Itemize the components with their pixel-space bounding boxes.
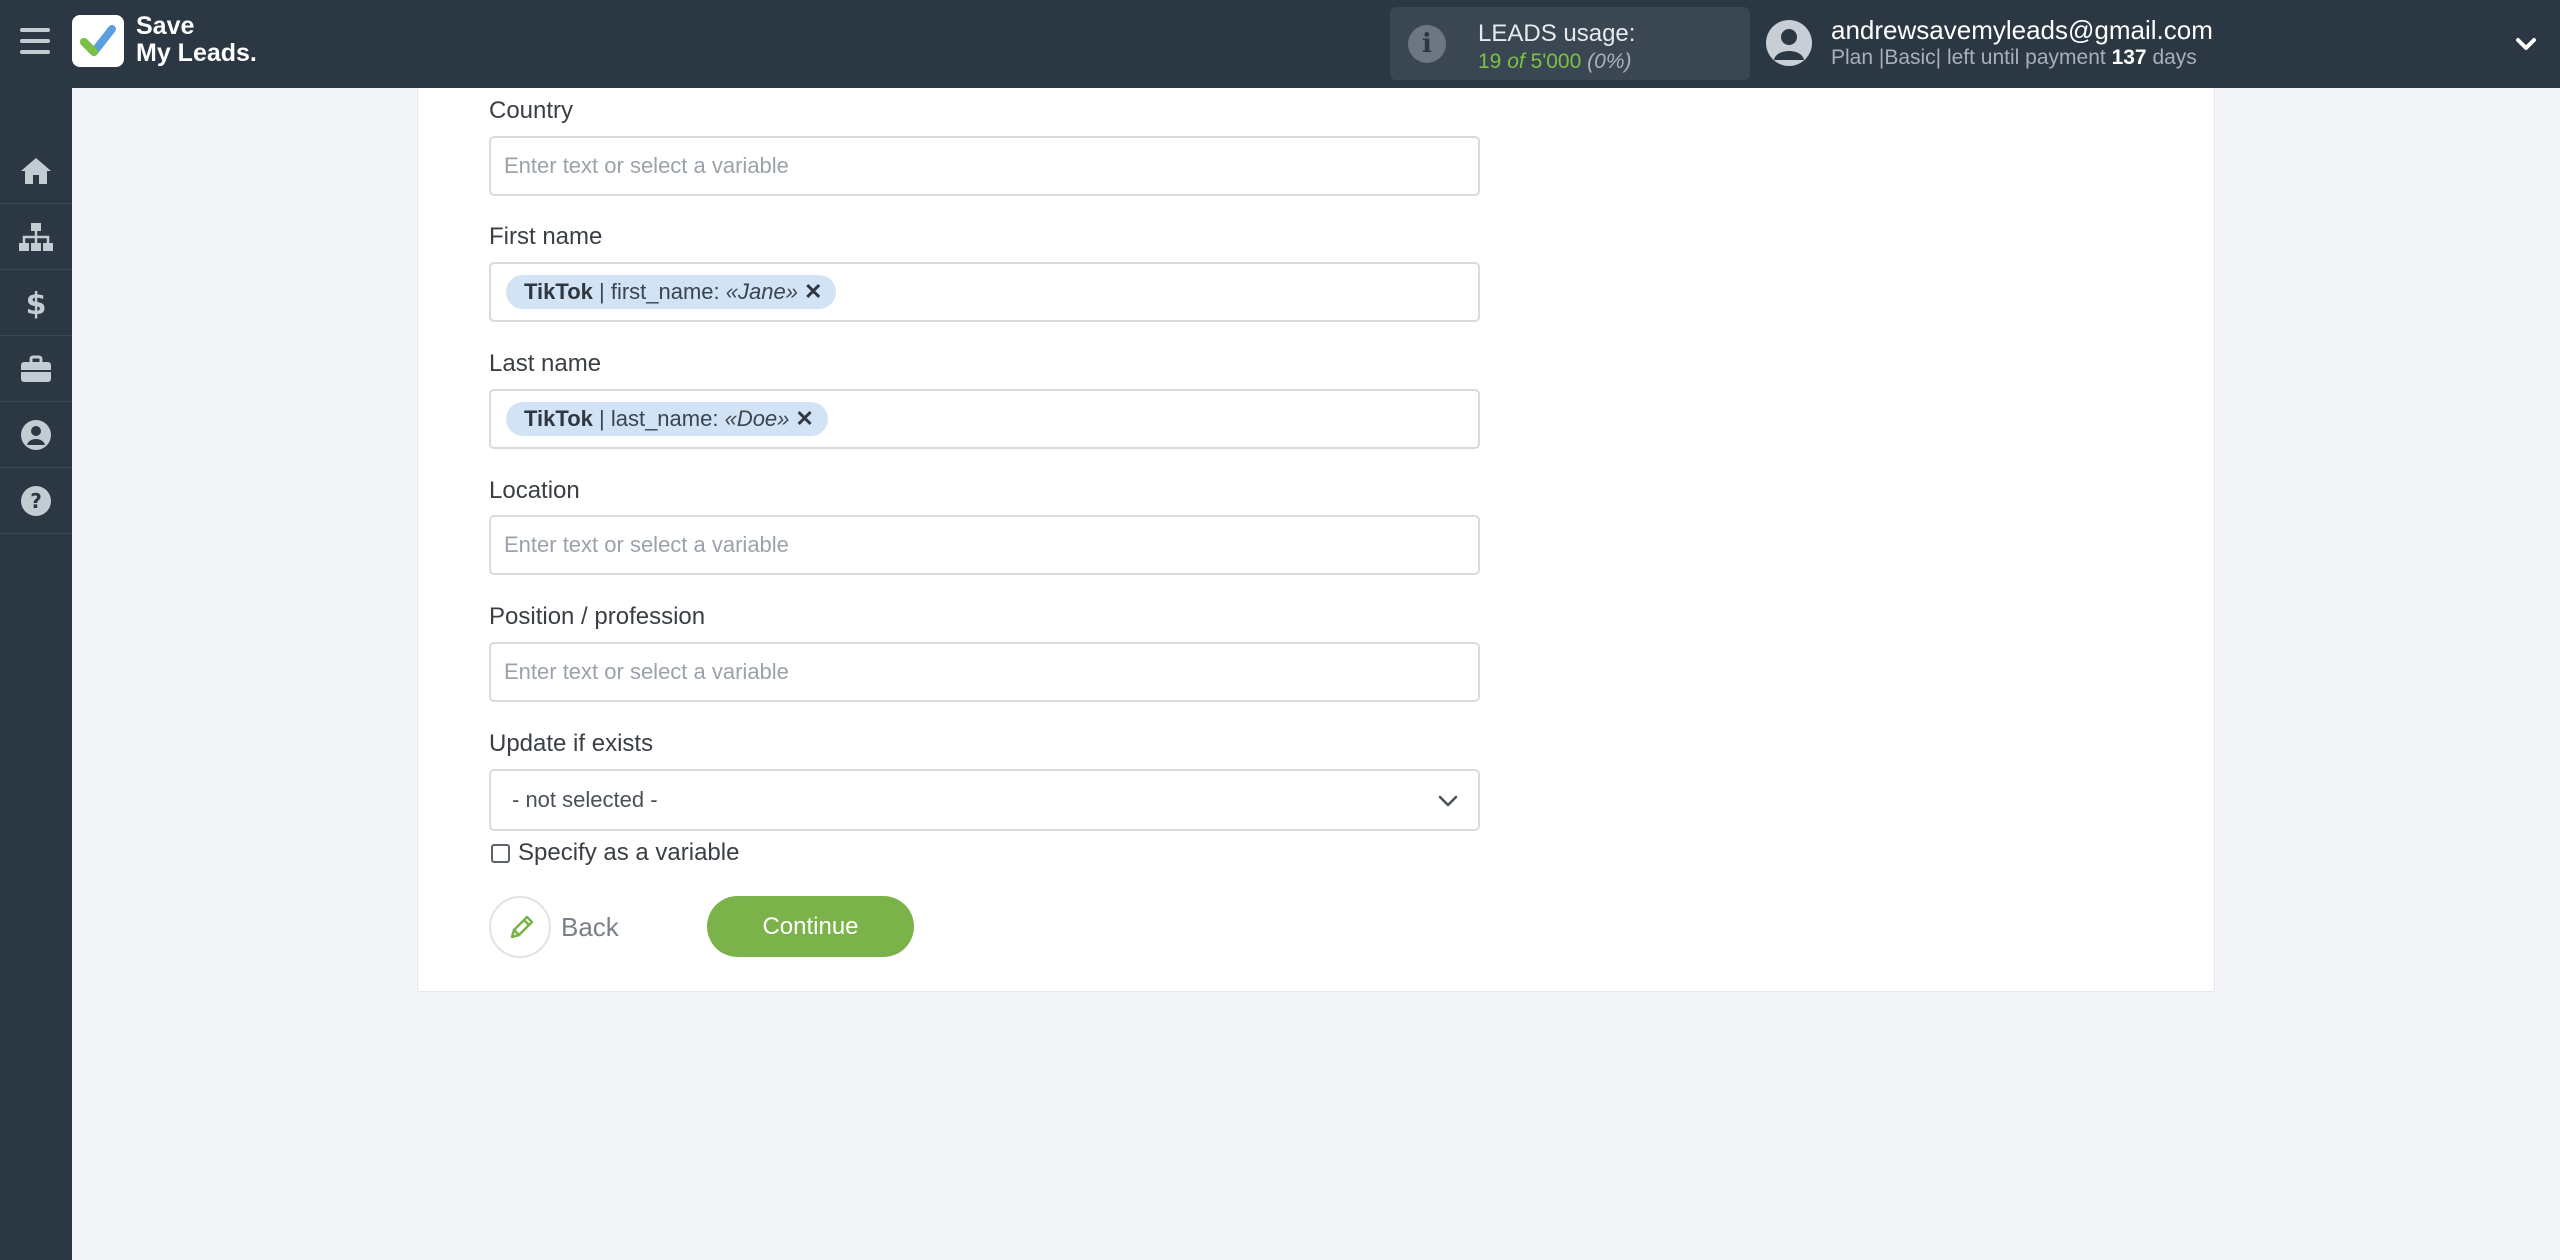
logo-line-2: My Leads. <box>136 39 257 67</box>
user-circle-icon[interactable] <box>0 402 72 468</box>
dollar-icon[interactable]: $ <box>0 270 72 336</box>
svg-text:?: ? <box>30 489 42 513</box>
position-input[interactable] <box>489 642 1480 702</box>
remove-tag-icon[interactable]: ✕ <box>804 279 822 304</box>
plan-days-word: days <box>2152 46 2197 69</box>
usage-limit: 5'000 <box>1530 50 1582 73</box>
info-icon: i <box>1408 25 1446 63</box>
briefcase-icon[interactable] <box>0 336 72 402</box>
update-if-exists-label: Update if exists <box>489 730 654 757</box>
tag-separator: | <box>592 279 611 304</box>
pencil-icon <box>510 915 534 939</box>
specify-variable-label[interactable]: Specify as a variable <box>518 839 739 867</box>
usage-used: 19 <box>1478 50 1502 73</box>
sidebar: $ ? <box>0 88 72 1260</box>
chevron-down-icon <box>1436 789 1460 813</box>
tag-field: last_name: <box>610 406 719 431</box>
home-icon[interactable] <box>0 138 72 204</box>
plan-text: Plan |Basic| left until payment <box>1831 46 2106 69</box>
usage-value: 19 of 5'000 (0%) <box>1478 50 1631 74</box>
first-name-label: First name <box>489 223 603 250</box>
tag-source: TikTok <box>524 406 593 431</box>
last-name-variable-tag[interactable]: TikTok | last_name: «Doe» ✕ <box>506 402 828 436</box>
tag-field: first_name: <box>610 279 720 304</box>
specify-variable-row: Specify as a variable <box>491 838 739 868</box>
tag-value: «Jane» <box>725 279 798 304</box>
select-value: - not selected - <box>512 787 658 812</box>
leads-usage-box: i LEADS usage: 19 of 5'000 (0%) <box>1390 7 1750 80</box>
continue-button[interactable]: Continue <box>707 896 914 957</box>
first-name-input[interactable]: TikTok | first_name: «Jane» ✕ <box>489 262 1480 322</box>
user-email[interactable]: andrewsavemyleads@gmail.com <box>1831 15 2213 46</box>
logo-text[interactable]: Save My Leads. <box>136 13 257 67</box>
usage-of: of <box>1507 50 1525 73</box>
user-plan: Plan |Basic| left until payment 137 days <box>1831 46 2197 70</box>
remove-tag-icon[interactable]: ✕ <box>795 406 813 431</box>
position-label: Position / profession <box>489 603 706 630</box>
tag-separator: | <box>592 406 611 431</box>
last-name-label: Last name <box>489 350 602 377</box>
update-if-exists-select[interactable]: - not selected - <box>489 769 1480 831</box>
location-input[interactable] <box>489 515 1480 575</box>
country-input[interactable] <box>489 136 1480 196</box>
svg-text:$: $ <box>26 287 47 320</box>
logo-line-1: Save <box>136 12 195 40</box>
user-avatar-icon[interactable] <box>1766 20 1812 66</box>
plan-days-count: 137 <box>2111 46 2147 69</box>
logo-icon[interactable] <box>72 15 124 67</box>
question-circle-icon[interactable]: ? <box>0 468 72 534</box>
location-label: Location <box>489 477 580 504</box>
chevron-down-icon[interactable] <box>2512 30 2540 58</box>
back-button[interactable] <box>489 896 551 958</box>
back-label[interactable]: Back <box>561 912 619 943</box>
sitemap-icon[interactable] <box>0 204 72 270</box>
usage-title: LEADS usage: <box>1478 20 1636 47</box>
country-label: Country <box>489 97 574 124</box>
usage-percent: (0%) <box>1587 50 1632 73</box>
last-name-input[interactable]: TikTok | last_name: «Doe» ✕ <box>489 389 1480 449</box>
menu-icon[interactable] <box>20 28 50 58</box>
top-bar: Save My Leads. i LEADS usage: 19 of 5'00… <box>0 0 2560 88</box>
tag-value: «Doe» <box>724 406 790 431</box>
tag-source: TikTok <box>524 279 593 304</box>
first-name-variable-tag[interactable]: TikTok | first_name: «Jane» ✕ <box>506 275 837 309</box>
specify-variable-checkbox[interactable] <box>491 843 510 863</box>
